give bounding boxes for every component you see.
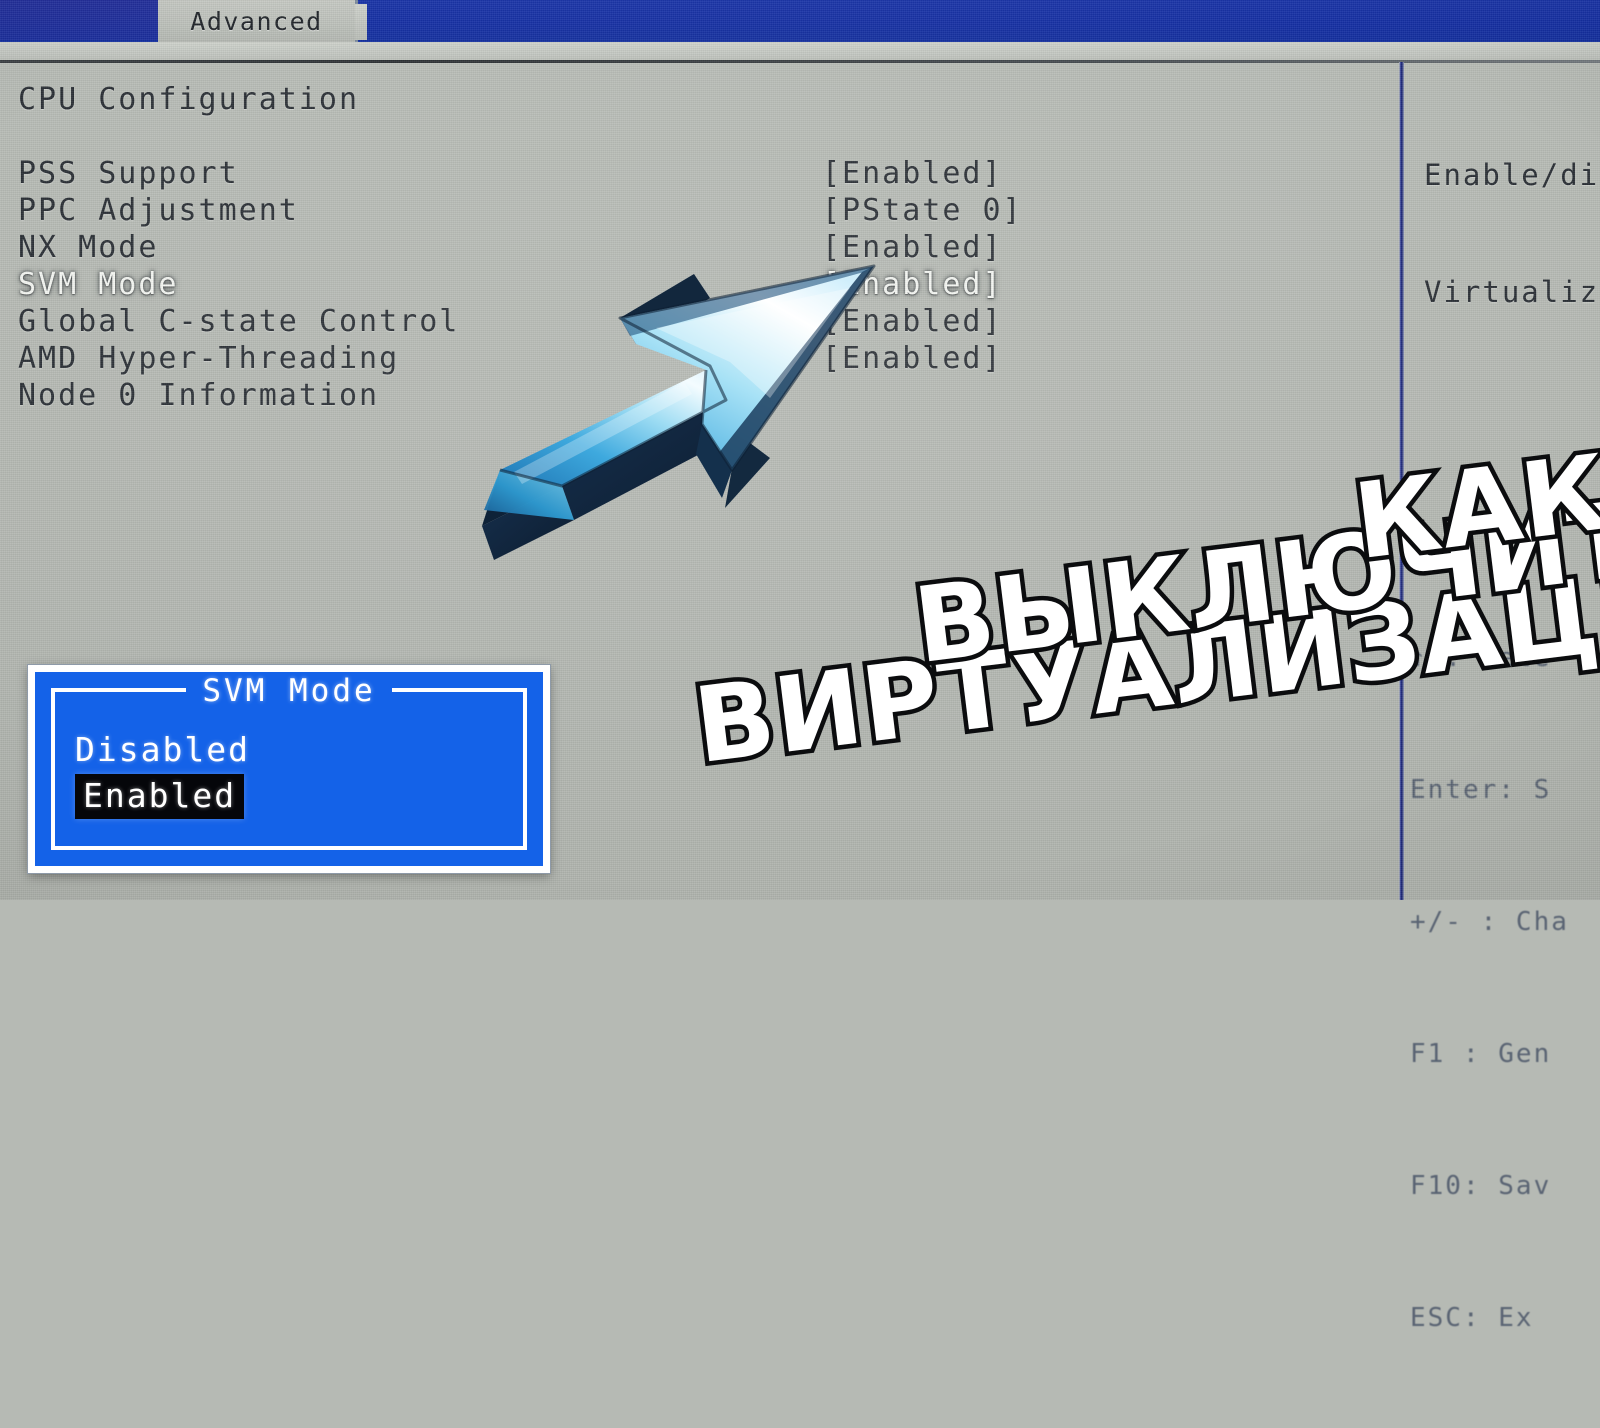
- key-legend-line: F1 : Gen: [1410, 1039, 1552, 1069]
- setting-row-label[interactable]: Node 0 Information: [18, 377, 459, 414]
- page-title: CPU Configuration: [18, 82, 360, 117]
- menubar-left-fill: [0, 0, 158, 40]
- key-legend-line: F10: Sav: [1410, 1171, 1552, 1201]
- svm-mode-dialog: SVM Mode Disabled Enabled: [28, 665, 550, 873]
- svm-mode-dialog-inner-frame: SVM Mode Disabled Enabled: [51, 673, 527, 850]
- pointer-arrow-icon: [482, 264, 876, 560]
- svm-option-disabled[interactable]: Disabled: [75, 730, 250, 769]
- help-line: Virtualiz: [1424, 275, 1600, 309]
- setting-row-label[interactable]: PSS Support: [18, 155, 459, 192]
- setting-row-label[interactable]: Global C-state Control: [18, 303, 459, 340]
- key-legend-line: Enter: S: [1410, 775, 1552, 805]
- bios-screen: Advanced CPU Configuration PSS Support P…: [0, 0, 1600, 1333]
- setting-row-label[interactable]: NX Mode: [18, 229, 459, 266]
- header-divider: [0, 60, 1600, 63]
- setting-row-value[interactable]: [PState 0]: [822, 192, 1023, 229]
- help-line: Enable/di: [1424, 158, 1600, 192]
- svm-mode-dialog-title: SVM Mode: [55, 671, 523, 711]
- setting-row-value[interactable]: [Enabled]: [822, 155, 1023, 192]
- help-pane-text: Enable/di Virtualiz: [1424, 78, 1600, 390]
- tab-notch: [355, 4, 367, 40]
- tab-advanced-label: Advanced: [190, 7, 323, 36]
- setting-row-label-selected[interactable]: SVM Mode: [18, 266, 459, 303]
- svm-option-enabled-selected[interactable]: Enabled: [75, 774, 245, 819]
- setting-row-label[interactable]: PPC Adjustment: [18, 192, 459, 229]
- key-legend-line: +/- : Cha: [1410, 907, 1569, 937]
- tab-advanced[interactable]: Advanced: [158, 0, 358, 43]
- svm-mode-dialog-title-text: SVM Mode: [186, 673, 392, 709]
- settings-label-column: PSS Support PPC Adjustment NX Mode SVM M…: [18, 155, 459, 414]
- setting-row-label[interactable]: AMD Hyper-Threading: [18, 340, 459, 377]
- menubar-shelf: [0, 42, 1600, 62]
- key-legend-line: ESC: Ex: [1410, 1303, 1534, 1333]
